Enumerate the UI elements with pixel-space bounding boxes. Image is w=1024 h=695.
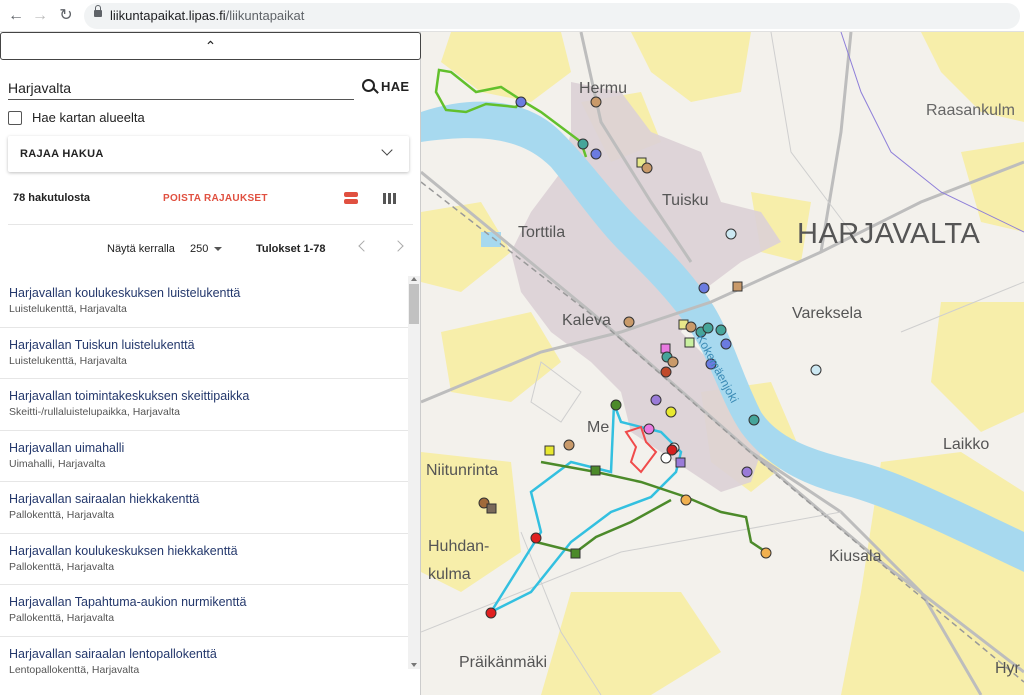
result-type: Pallokenttä, Harjavalta [9, 612, 115, 624]
list-item[interactable]: Harjavallan koulukeskuksen hiekkakenttä P… [0, 534, 408, 585]
map-view[interactable]: Hermu Raasankulm Tuisku Torttila HARJAVA… [421, 32, 1024, 695]
trail-route [535, 498, 672, 554]
lock-icon [94, 5, 102, 17]
chevron-down-icon [381, 144, 393, 156]
caret-down-icon [214, 247, 223, 252]
forward-arrow-icon[interactable]: → [30, 6, 50, 26]
result-type: Pallokenttä, Harjavalta [9, 509, 115, 521]
list-item[interactable]: Harjavallan toimintakeskuksen skeittipai… [0, 379, 408, 431]
browser-toolbar: ← → ↻ liikuntapaikat.lipas.fi/liikuntapa… [0, 0, 1024, 32]
list-view-icon[interactable] [344, 192, 358, 205]
prev-page-icon[interactable] [358, 240, 370, 252]
map-area-checkbox-label[interactable]: Hae kartan alueelta [32, 110, 145, 125]
scroll-up-icon[interactable] [411, 277, 417, 281]
place-label: Kiusala [829, 548, 882, 565]
search-button[interactable]: HAE [362, 78, 409, 94]
result-type: Lentopallokenttä, Harjavalta [9, 663, 140, 676]
list-item[interactable]: Harjavallan Tuiskun luistelukenttä Luiste… [0, 328, 408, 379]
place-label: Präikänmäki [459, 654, 548, 671]
filter-label: RAJAA HAKUA [20, 148, 104, 160]
page-size-value: 250 [190, 243, 209, 255]
reload-icon[interactable]: ↻ [56, 6, 76, 26]
place-label: Vareksela [792, 305, 862, 322]
result-name: Harjavallan koulukeskuksen hiekkakenttä [9, 543, 238, 558]
place-label: Huhdan- [428, 538, 490, 555]
page-size-label: Näytä kerralla [107, 243, 175, 255]
place-label: Hermu [579, 80, 628, 97]
url-text: liikuntapaikat.lipas.fi/liikuntapaikat [110, 8, 305, 23]
result-type: Luistelukenttä, Harjavalta [9, 354, 127, 367]
result-type: Pallokenttä, Harjavalta [9, 560, 115, 573]
place-label: Raasankulm [926, 102, 1015, 119]
result-name: Harjavallan toimintakeskuksen skeittipai… [9, 389, 250, 403]
table-view-icon[interactable] [383, 193, 397, 204]
scrollbar-thumb[interactable] [409, 284, 419, 324]
back-arrow-icon[interactable]: ← [6, 6, 26, 26]
place-label: Hyr [995, 660, 1020, 677]
map-area-checkbox[interactable] [8, 111, 22, 125]
place-label: Tuisku [662, 192, 709, 209]
divider [8, 224, 413, 225]
list-item[interactable]: Harjavallan sairaalan lentopallokenttä Le… [0, 637, 408, 677]
page-size-select[interactable]: 250 [190, 243, 223, 255]
place-label: Me [587, 419, 610, 436]
place-label: Niitunrinta [426, 462, 499, 479]
filter-dropdown[interactable]: RAJAA HAKUA [8, 136, 409, 172]
results-range: Tulokset 1-78 [256, 243, 326, 255]
search-icon [362, 79, 375, 92]
next-page-icon[interactable] [392, 240, 404, 252]
scroll-down-icon[interactable] [411, 663, 417, 667]
result-name: Harjavallan Tuiskun luistelukenttä [9, 337, 195, 352]
list-item[interactable]: Harjavallan uimahalli Uimahalli, Harjaval… [0, 431, 408, 482]
result-type: Luistelukenttä, Harjavalta [9, 303, 127, 315]
clear-filters-button[interactable]: POISTA RAJAUKSET [163, 193, 268, 204]
municipality-label: HARJAVALTA [797, 218, 981, 250]
search-input[interactable] [8, 77, 354, 100]
result-name: Harjavallan koulukeskuksen luistelukentt… [9, 286, 241, 300]
results-scrollbar[interactable] [408, 276, 420, 669]
result-name: Harjavallan sairaalan lentopallokenttä [9, 646, 217, 661]
search-panel: ⌃ HAE Hae kartan alueelta RAJAA HAKUA 78… [0, 32, 421, 695]
result-name: Harjavallan Tapahtuma-aukion nurmikenttä [9, 595, 247, 609]
address-bar[interactable]: liikuntapaikat.lipas.fi/liikuntapaikat [84, 3, 1020, 29]
result-count: 78 hakutulosta [13, 192, 91, 204]
search-button-label: HAE [381, 79, 410, 94]
results-list: Harjavallan koulukeskuksen luistelukentt… [0, 276, 408, 676]
list-item[interactable]: Harjavallan Tapahtuma-aukion nurmikenttä… [0, 585, 408, 637]
place-label: kulma [428, 566, 471, 583]
result-name: Harjavallan sairaalan hiekkakenttä [9, 492, 200, 506]
chevron-up-icon: ⌃ [204, 38, 217, 54]
place-label: Torttila [518, 224, 566, 241]
result-type: Uimahalli, Harjavalta [9, 457, 106, 470]
place-label: Laikko [943, 436, 990, 453]
result-type: Skeitti-/rullaluistelupaikka, Harjavalta [9, 406, 180, 418]
result-name: Harjavallan uimahalli [9, 440, 125, 455]
list-item[interactable]: Harjavallan sairaalan hiekkakenttä Pallok… [0, 482, 408, 534]
collapse-panel-button[interactable]: ⌃ [0, 32, 421, 60]
place-label: Kaleva [562, 312, 611, 329]
list-item[interactable]: Harjavallan koulukeskuksen luistelukentt… [0, 276, 408, 328]
